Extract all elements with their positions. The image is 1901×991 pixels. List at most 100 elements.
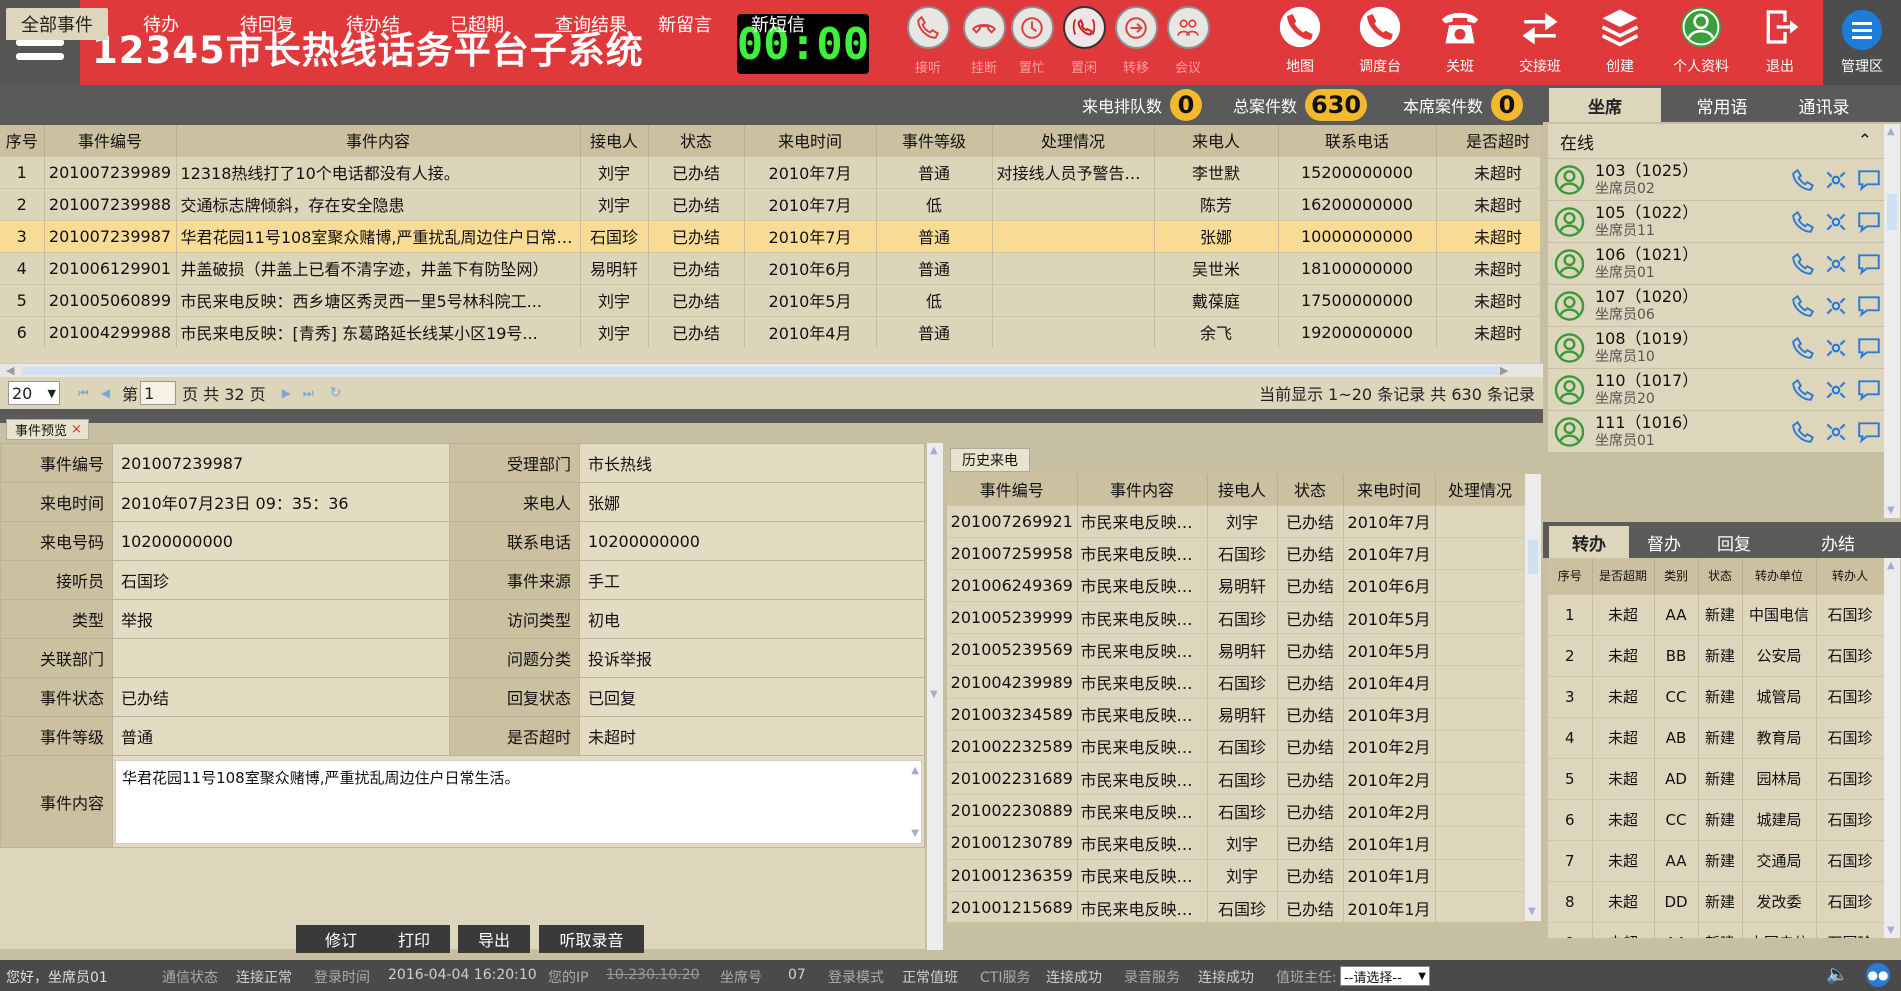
tab-transfer[interactable]: 转办 <box>1549 526 1629 558</box>
scroll-left-icon[interactable]: ◀ <box>6 364 14 377</box>
prev-page-icon[interactable]: ◀ <box>101 386 110 400</box>
transfer-row[interactable]: 4 未超 AB 新建 教育局 石国珍 <box>1548 716 1884 758</box>
transfer-header-index[interactable]: 序号 <box>1548 558 1593 594</box>
event-row[interactable]: 3 201007239987 华君花园11号108室聚众赌博,严重扰乱周边住户日常生… <box>0 219 1540 252</box>
tab-reply[interactable]: 回复 <box>1694 526 1774 558</box>
seat-intercom-button[interactable] <box>1822 417 1851 447</box>
transfer-grid-scrollbar[interactable]: ▲ ▼ <box>1884 558 1900 938</box>
tab-all-events[interactable]: 全部事件 <box>6 8 108 40</box>
preview-scroll-down-icon[interactable]: ▼ <box>930 689 938 700</box>
history-row[interactable]: 201006249369 市民来电反映：... 易明轩 已办结 2010年6月 <box>947 568 1525 602</box>
tab-new-sms[interactable]: 新短信 <box>743 8 813 40</box>
history-header-receiver[interactable]: 接电人 <box>1207 474 1278 505</box>
volume-icon[interactable]: 🔈 <box>1826 964 1848 985</box>
history-row[interactable]: 201002232589 市民来电反映：... 石国珍 已办结 2010年2月 <box>947 729 1525 763</box>
transfer-header-category[interactable]: 类别 <box>1654 558 1699 594</box>
history-row[interactable]: 201005239999 市民来电反映：... 石国珍 已办结 2010年5月 <box>947 601 1525 634</box>
transfer-call-button[interactable]: 转移 <box>1108 6 1164 82</box>
event-content-textarea[interactable]: 华君花园11号108室聚众赌博,严重扰乱周边住户日常生活。 ▲ ▼ <box>115 759 922 844</box>
column-header-overdue[interactable]: 是否超时 <box>1436 125 1540 156</box>
event-row[interactable]: 5 201005060899 市民来电反映：西乡塘区秀灵西一里5号林科院工... 刘宇… <box>0 283 1540 316</box>
history-row[interactable]: 201004239989 市民来电反映：... 石国珍 已办结 2010年4月 <box>947 665 1525 699</box>
column-header-receiver[interactable]: 接电人 <box>580 125 649 156</box>
seat-scroll-thumb[interactable] <box>1887 194 1897 230</box>
transfer-row[interactable]: 1 未超 AA 新建 中国电信 石国珍 <box>1548 593 1884 635</box>
tab-event-preview[interactable]: 事件预览 × <box>6 419 89 440</box>
tab-pending-close[interactable]: 待办结 <box>326 8 420 40</box>
history-row[interactable]: 201003234589 市民来电反映：... 易明轩 已办结 2010年3月 <box>947 697 1525 731</box>
history-row[interactable]: 201007259958 市民来电反映：... 石国珍 已办结 2010年7月 <box>947 536 1525 570</box>
history-row[interactable]: 201002231689 市民来电反映：... 石国珍 已办结 2010年2月 <box>947 761 1525 795</box>
handover-button[interactable]: 交接班 <box>1502 4 1578 82</box>
chevron-up-icon[interactable]: ⌃ <box>1858 131 1872 151</box>
scroll-right-icon[interactable]: ▶ <box>1500 364 1508 377</box>
online-group-header[interactable]: 在线 ⌃ <box>1548 124 1884 158</box>
transfer-row[interactable]: 7 未超 AA 新建 交通局 石国珍 <box>1548 839 1884 881</box>
column-header-status[interactable]: 状态 <box>648 125 745 156</box>
seat-intercom-button[interactable] <box>1822 207 1851 237</box>
preview-scroll-up-icon[interactable]: ▲ <box>930 445 938 456</box>
transfer-row[interactable]: 5 未超 AD 新建 园林局 石国珍 <box>1548 757 1884 799</box>
next-page-icon[interactable]: ▶ <box>282 386 291 400</box>
chat-bubble-icon[interactable]: ●● <box>1866 963 1890 987</box>
refresh-icon[interactable]: ↻ <box>330 385 342 401</box>
seat-intercom-button[interactable] <box>1822 375 1851 405</box>
map-button[interactable]: 地图 <box>1262 4 1338 82</box>
transfer-row[interactable]: 8 未超 DD 新建 发改委 石国珍 <box>1548 880 1884 922</box>
transfer-header-unit[interactable]: 转办单位 <box>1742 558 1817 594</box>
tab-overdue[interactable]: 已超期 <box>432 8 522 40</box>
panel-splitter[interactable] <box>0 409 1543 423</box>
history-header-event-id[interactable]: 事件编号 <box>947 474 1078 505</box>
tab-new-messages[interactable]: 新留言 <box>650 8 720 40</box>
transfer-row[interactable]: 9未超AA新建中国电信石国珍 <box>1548 921 1884 938</box>
tab-seats[interactable]: 坐席 <box>1549 88 1661 122</box>
print-button[interactable]: 打印 <box>378 925 450 953</box>
seat-call-button[interactable] <box>1789 333 1818 363</box>
history-vertical-scrollbar[interactable]: ▼ <box>1525 474 1541 921</box>
event-row[interactable]: 4 201006129901 井盖破损（井盖上已看不清字迹，井盖下有防坠网） 易明轩已… <box>0 251 1540 284</box>
event-grid-scroll-thumb[interactable] <box>22 367 1502 375</box>
history-row[interactable]: 201001236359 市民来电反映：... 刘宇 已办结 2010年1月 <box>947 858 1525 892</box>
transfer-header-handler[interactable]: 转办人 <box>1816 558 1884 594</box>
textarea-scroll-up-icon[interactable]: ▲ <box>911 765 919 776</box>
seat-message-button[interactable] <box>1855 207 1884 237</box>
tab-contacts[interactable]: 通讯录 <box>1768 88 1880 122</box>
seat-call-button[interactable] <box>1789 207 1818 237</box>
revise-button[interactable]: 修订 <box>296 925 386 953</box>
seat-intercom-button[interactable] <box>1822 165 1851 195</box>
history-header-event-content[interactable]: 事件内容 <box>1077 474 1208 505</box>
profile-button[interactable]: 个人资料 <box>1662 4 1740 82</box>
tab-pending-reply[interactable]: 待回复 <box>220 8 314 40</box>
history-row[interactable]: 201001215689 市民来电反映：... 石国珍 已办结 2010年1月 <box>947 890 1525 922</box>
history-scroll-down-icon[interactable]: ▼ <box>1528 906 1536 917</box>
busy-button[interactable]: 置忙 <box>1004 6 1060 82</box>
tab-phrases[interactable]: 常用语 <box>1666 88 1778 122</box>
column-header-caller[interactable]: 来电人 <box>1154 125 1279 156</box>
seat-message-button[interactable] <box>1855 165 1884 195</box>
column-header-handling[interactable]: 处理情况 <box>992 125 1155 156</box>
close-tab-icon[interactable]: × <box>71 422 82 437</box>
preview-vertical-scrollbar[interactable]: ▲ ▼ <box>927 443 943 950</box>
transfer-header-overdue[interactable]: 是否超期 <box>1592 558 1655 594</box>
history-scroll-thumb[interactable] <box>1528 540 1538 574</box>
play-recording-button[interactable]: 听取录音 <box>539 925 644 953</box>
seat-intercom-button[interactable] <box>1822 249 1851 279</box>
seat-item[interactable]: 107（1020） 坐席员06 <box>1548 284 1884 326</box>
seat-message-button[interactable] <box>1855 375 1884 405</box>
event-row[interactable]: 2 201007239988 交通标志牌倾斜，存在安全隐患 刘宇 已办结 2010年7月低… <box>0 187 1540 220</box>
history-header-call-time[interactable]: 来电时间 <box>1343 474 1436 505</box>
seat-message-button[interactable] <box>1855 417 1884 447</box>
seat-scroll-up-icon[interactable]: ▲ <box>1887 126 1895 137</box>
logout-button[interactable]: 退出 <box>1742 4 1818 82</box>
seat-scroll-down-icon[interactable]: ▼ <box>1887 505 1895 516</box>
column-header-event-id[interactable]: 事件编号 <box>44 125 177 156</box>
seat-call-button[interactable] <box>1789 291 1818 321</box>
transfer-row[interactable]: 6 未超 CC 新建 城建局 石国珍 <box>1548 798 1884 840</box>
seat-item[interactable]: 103（1025） 坐席员02 <box>1548 158 1884 200</box>
transfer-row[interactable]: 3 未超 CC 新建 城管局 石国珍 <box>1548 675 1884 717</box>
seat-message-button[interactable] <box>1855 333 1884 363</box>
tab-call-history[interactable]: 历史来电 <box>950 448 1030 472</box>
history-row[interactable]: 201005239569 市民来电反映：... 易明轩 已办结 2010年5月 <box>947 633 1525 666</box>
create-button[interactable]: 创建 <box>1582 4 1658 82</box>
first-page-icon[interactable]: ⏮ <box>78 386 89 401</box>
